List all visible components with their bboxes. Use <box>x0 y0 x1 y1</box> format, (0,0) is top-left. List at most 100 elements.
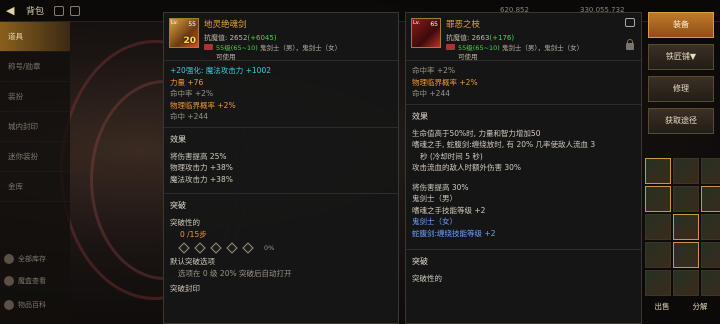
stat-line: 命中 +244 <box>412 89 450 98</box>
inventory-slot[interactable] <box>645 214 671 240</box>
usable-status: 可使用 <box>458 53 478 61</box>
inventory-slot[interactable] <box>701 158 720 184</box>
inventory-slot[interactable] <box>645 242 671 268</box>
item-level-prefix: Lv. <box>413 20 420 26</box>
weapon-type-icon <box>204 44 213 50</box>
item-tooltip-equipped: Lv. 55 20 地灵绝魂剑 抗魔值: 2652(+6045) 55级(65~… <box>163 12 399 324</box>
section-title: 突破 <box>412 257 428 266</box>
effect-line: 将伤害提高 30% <box>412 182 469 192</box>
inventory-slot[interactable] <box>673 158 699 184</box>
effects-section: 效果 将伤害提高 25% 物理攻击力 +38% 魔法攻击力 +38% <box>164 126 398 186</box>
inventory-slot[interactable] <box>701 242 720 268</box>
sort-icon[interactable] <box>54 5 65 16</box>
sidebar-item-vault[interactable]: 金库 <box>0 172 70 202</box>
tooltip-body: +20强化: 魔法攻击力 +1002 力量 +76 命中率 +2% 物理临界概率… <box>164 61 398 299</box>
stat-line: 力量 +76 <box>170 77 204 87</box>
staff-icon: Lv. 65 <box>411 18 441 48</box>
back-icon[interactable]: ◀ <box>6 4 20 18</box>
progress-step-icon <box>226 242 238 254</box>
settings-icon[interactable] <box>70 5 81 16</box>
inventory-slot[interactable] <box>645 158 671 184</box>
effect-line: 蛇腹剑:缠绕技能等级 +2 <box>412 228 496 238</box>
sidebar-item-avatar[interactable]: 装扮 <box>0 82 70 112</box>
inventory-slot[interactable] <box>645 270 671 296</box>
effect-line: 生命值高于50%时, 力量和智力增加50 <box>412 128 541 138</box>
stat-bonus: (+6045) <box>247 34 277 42</box>
effect-line: 鬼剑士（男） <box>412 194 457 203</box>
effect-line: 将伤害提高 25% <box>170 151 227 161</box>
enhance-level: 20 <box>183 36 196 46</box>
effect-line: 秒 (冷却时间 5 秒) <box>420 151 483 161</box>
stat-line: 命中率 +2% <box>412 66 456 75</box>
required-classes: 鬼剑士（男），鬼剑士（女） <box>501 44 584 52</box>
breakthrough-section: 突破 突破性的 <box>406 249 641 285</box>
item-level-prefix: Lv. <box>171 20 178 26</box>
effect-line: 嗜魂之手技能等级 +2 <box>412 205 486 215</box>
share-icon[interactable] <box>625 18 635 27</box>
tooltip-header: Lv. 55 20 地灵绝魂剑 抗魔值: 2652(+6045) 55级(65~… <box>164 13 398 61</box>
weapon-type-icon <box>446 44 455 50</box>
breakthrough-count: 0 /15步 <box>180 229 207 239</box>
item-encyclopedia-button[interactable]: 物品百科 <box>4 300 70 310</box>
section-title: 效果 <box>412 111 428 121</box>
sell-button[interactable]: 出售 <box>644 297 680 317</box>
obtain-source-button[interactable]: 获取途径 <box>648 108 714 134</box>
tooltip-body: 命中率 +2% 物理临界概率 +2% 命中 +244 效果 生命值高于50%时,… <box>406 61 641 289</box>
sidebar-item-seal[interactable]: 城内封印 <box>0 112 70 142</box>
section-title: 突破 <box>170 201 186 210</box>
item-name: 地灵绝魂剑 <box>204 20 247 30</box>
effect-line: 嗜魂之手, 蛇腹剑:缠绕放时, 有 20% 几率使敌人流血 3 <box>412 140 596 149</box>
effect-line: 物理攻击力 +38% <box>170 163 233 172</box>
breakthrough-label: 突破性的 <box>170 218 200 227</box>
stat-label: 抗魔值: <box>204 34 228 42</box>
item-encyclopedia-label: 物品百科 <box>18 301 46 309</box>
stat-line: 物理临界概率 +2% <box>412 77 478 87</box>
inventory-slot[interactable] <box>673 214 699 240</box>
progress-step-icon <box>210 242 222 254</box>
magic-box-icon <box>4 276 14 286</box>
storage-icon <box>4 254 14 264</box>
usable-status: 可使用 <box>216 53 236 61</box>
all-storage-button[interactable]: 全部库存 <box>4 254 70 264</box>
encyclopedia-icon <box>4 300 14 310</box>
sidebar-item-titles[interactable]: 称号/勋章 <box>0 52 70 82</box>
inventory-sidebar: 道具 称号/勋章 装扮 城内封印 迷你装扮 金库 全部库存 魔盒查看 物品百科 <box>0 22 70 324</box>
effect-line: 攻击流血的敌人时额外伤害 30% <box>412 163 522 172</box>
breakthrough-section: 突破 突破性的 0 /15步 0% 默认突破选项 选项在 0 级 20% 突破后… <box>164 193 398 295</box>
blacksmith-button[interactable]: 铁匠铺▼ <box>648 44 714 70</box>
inventory-slot[interactable] <box>701 270 720 296</box>
inventory-slot[interactable] <box>673 270 699 296</box>
item-tooltip-compare: Lv. 65 罪恶之枝 抗魔值: 2663(+176) 55级(65~10) 鬼… <box>405 12 642 324</box>
stat-value: 2663 <box>471 34 490 42</box>
required-classes: 鬼剑士（男），鬼剑士（女） <box>259 44 342 52</box>
sidebar-item-mini-avatar[interactable]: 迷你装扮 <box>0 142 70 172</box>
section-title: 效果 <box>170 134 186 144</box>
inventory-slot[interactable] <box>673 186 699 212</box>
sword-icon: Lv. 55 20 <box>169 18 199 48</box>
item-name: 罪恶之枝 <box>446 20 481 30</box>
breakthrough-label: 突破性的 <box>412 274 442 283</box>
default-option-title: 默认突破选项 <box>170 257 215 266</box>
effects-section: 效果 生命值高于50%时, 力量和智力增加50 嗜魂之手, 蛇腹剑:缠绕放时, … <box>406 103 641 240</box>
inventory-slot[interactable] <box>701 186 720 212</box>
all-storage-label: 全部库存 <box>18 255 46 263</box>
default-option-text: 选项在 0 级 20% 突破后自动打开 <box>178 268 292 278</box>
breakthrough-cut-text: 突破封印 <box>170 284 200 293</box>
stat-line: +20强化: 魔法攻击力 +1002 <box>170 66 271 75</box>
equip-button[interactable]: 装备 <box>648 12 714 38</box>
inventory-slot[interactable] <box>673 242 699 268</box>
repair-button[interactable]: 修理 <box>648 76 714 102</box>
inventory-slot[interactable] <box>701 214 720 240</box>
inventory-slot[interactable] <box>645 186 671 212</box>
progress-step-icon <box>194 242 206 254</box>
stat-bonus: (+176) <box>489 34 515 42</box>
breakthrough-percent: 0% <box>264 244 275 252</box>
stat-line: 物理临界概率 +2% <box>170 100 236 110</box>
disassemble-button[interactable]: 分解 <box>682 297 718 317</box>
page-title: 背包 <box>26 7 45 17</box>
stat-line: 命中 +244 <box>170 112 208 121</box>
magic-box-button[interactable]: 魔盒查看 <box>4 276 70 286</box>
tooltip-header: Lv. 65 罪恶之枝 抗魔值: 2663(+176) 55级(65~10) 鬼… <box>406 13 641 61</box>
sidebar-item-items[interactable]: 道具 <box>0 22 70 52</box>
lock-icon[interactable] <box>626 39 634 50</box>
